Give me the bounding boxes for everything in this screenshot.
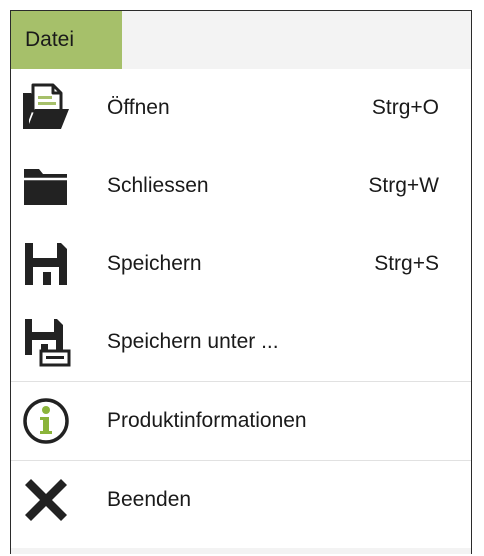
file-menu-window: Datei Öffnen Strg+O Schliessen Strg+W Sp… — [10, 10, 472, 554]
menu-item-label: Speichern unter ... — [107, 330, 279, 353]
floppy-disk-save-as-icon — [19, 315, 73, 369]
menu-item-close[interactable]: Schliessen Strg+W — [11, 147, 471, 225]
info-circle-icon — [19, 394, 73, 448]
menu-footer-strip — [11, 548, 471, 554]
menu-item-shortcut: Strg+O — [371, 96, 439, 119]
menu-item-label: Schliessen — [107, 174, 209, 197]
menu-item-shortcut: Strg+S — [374, 252, 439, 275]
file-menu: Öffnen Strg+O Schliessen Strg+W Speicher… — [11, 69, 471, 539]
menu-item-exit[interactable]: Beenden — [11, 460, 471, 539]
menu-item-open[interactable]: Öffnen Strg+O — [11, 69, 471, 147]
menu-item-label: Beenden — [107, 488, 192, 511]
menu-item-shortcut: Strg+W — [368, 174, 439, 197]
menu-bar: Datei — [11, 11, 471, 69]
menu-tab-datei[interactable]: Datei — [11, 11, 122, 69]
menu-item-label: Öffnen — [107, 96, 170, 119]
menu-item-label: Produktinformationen — [107, 409, 307, 432]
floppy-disk-icon — [19, 237, 73, 291]
menu-item-save-as[interactable]: Speichern unter ... — [11, 303, 471, 381]
menu-item-product-info[interactable]: Produktinformationen — [11, 381, 471, 460]
folder-closed-icon — [19, 159, 73, 213]
folder-open-document-icon — [19, 81, 73, 135]
menu-item-label: Speichern — [107, 252, 202, 275]
menu-item-save[interactable]: Speichern Strg+S — [11, 225, 471, 303]
close-x-icon — [19, 473, 73, 527]
